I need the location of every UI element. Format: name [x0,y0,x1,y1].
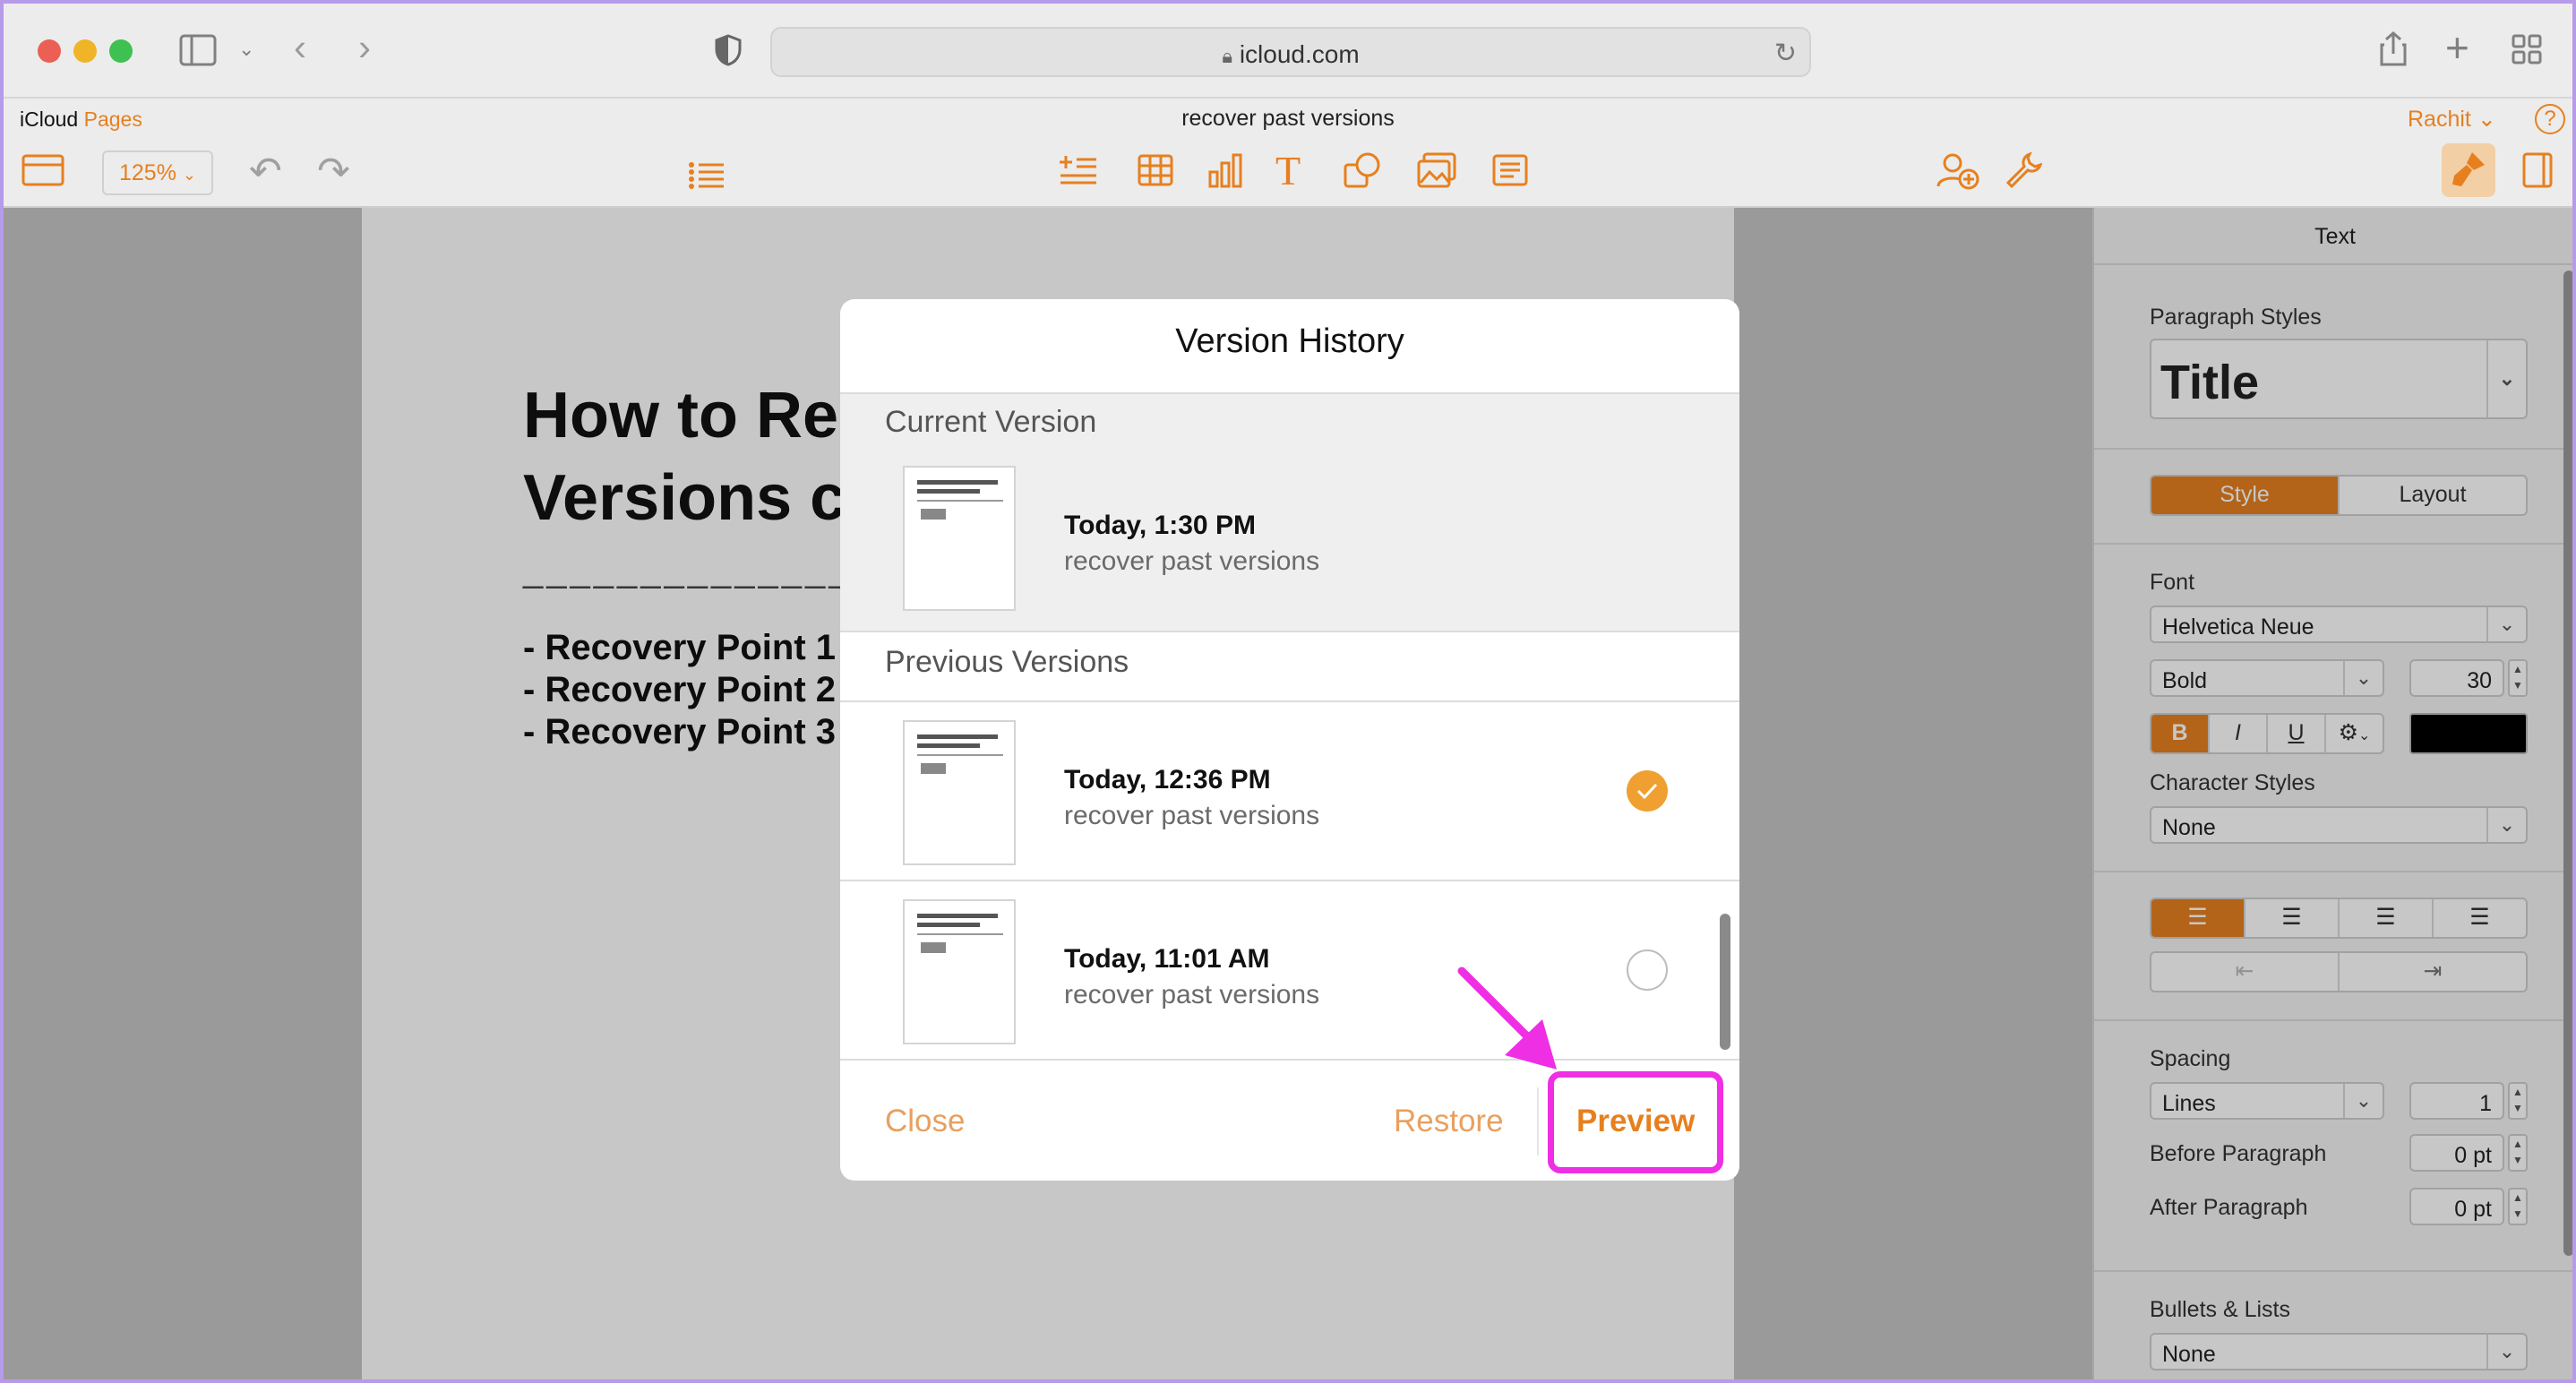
previous-versions-header: Previous Versions [885,645,1129,679]
share-icon[interactable] [2379,30,2408,72]
version-name: recover past versions [1064,980,1320,1009]
minimize-window-button[interactable] [73,39,97,63]
undo-icon[interactable]: ↶ [249,152,282,192]
lock-icon: 🔒︎ [1222,45,1233,67]
sidebar-toggle-icon[interactable] [179,34,217,73]
url-text: icloud.com [1239,40,1360,68]
media-icon[interactable] [1417,152,1456,195]
wrench-icon[interactable] [2005,150,2043,195]
restore-button[interactable]: Restore [1394,1104,1504,1139]
insert-text-icon[interactable] [1059,152,1098,197]
new-tab-icon[interactable]: + [2445,27,2469,68]
unselected-radio-icon[interactable] [1627,949,1668,991]
table-icon[interactable] [1138,154,1173,193]
document-name: recover past versions [1181,106,1395,131]
collaborate-icon[interactable] [1936,152,1979,197]
chevron-down-icon: ⌄ [182,166,196,184]
preview-button[interactable]: Preview [1576,1104,1695,1139]
version-time: Today, 11:01 AM [1064,944,1270,974]
dialog-scrollbar[interactable] [1720,914,1730,1050]
address-bar[interactable]: 🔒︎ icloud.com ↻ [770,27,1811,77]
forward-icon[interactable]: › [358,29,371,66]
footer-separator [1537,1087,1539,1155]
version-thumbnail [903,466,1016,611]
version-row[interactable]: Today, 12:36 PM recover past versions [840,702,1739,880]
paintbrush-icon [2451,150,2486,195]
pages-toolbar: iCloud Pages recover past versions Rachi… [4,99,2572,208]
chevron-down-icon[interactable]: ⌄ [238,39,254,59]
help-icon[interactable]: ? [2535,104,2565,134]
tab-overview-icon[interactable] [2512,34,2542,71]
chart-icon[interactable] [1207,152,1243,195]
view-icon[interactable] [21,154,64,193]
document-setup-icon[interactable] [2522,152,2553,195]
comment-icon[interactable] [1492,154,1528,193]
list-format-icon[interactable] [688,158,726,197]
browser-toolbar: ⌄ ‹ › 🔒︎ icloud.com ↻ + [4,4,2572,99]
annotation-arrow [1457,966,1557,1069]
dialog-title: Version History [1175,322,1404,360]
close-button[interactable]: Close [885,1104,965,1139]
version-thumbnail [903,720,1016,865]
privacy-shield-icon[interactable] [715,34,742,73]
format-button[interactable] [2442,143,2495,197]
close-window-button[interactable] [38,39,61,63]
account-menu[interactable]: Rachit ⌄ [2408,106,2496,133]
version-row[interactable]: Today, 11:01 AM recover past versions [840,881,1739,1059]
user-name: Rachit [2408,107,2471,132]
redo-icon[interactable]: ↷ [317,152,350,192]
version-history-dialog: Version History Current Version Today, 1… [840,299,1739,1181]
screen: ⌄ ‹ › 🔒︎ icloud.com ↻ + iCloud Pages rec… [0,0,2576,1383]
back-icon[interactable]: ‹ [294,29,306,66]
reload-icon[interactable]: ↻ [1774,38,1797,69]
zoom-window-button[interactable] [109,39,133,63]
version-thumbnail [903,899,1016,1044]
previous-versions-divider [840,631,1739,632]
selected-checkmark-icon[interactable] [1627,770,1668,812]
version-time: Today, 1:30 PM [1064,511,1256,540]
footer-divider [840,1059,1739,1061]
chevron-down-icon: ⌄ [2477,107,2496,132]
zoom-select[interactable]: 125% ⌄ [102,150,213,195]
zoom-value: 125% [119,160,176,185]
version-time: Today, 12:36 PM [1064,765,1271,795]
shape-icon[interactable] [1344,152,1381,195]
version-name: recover past versions [1064,546,1320,576]
current-version-header: Current Version [885,405,1097,439]
text-box-icon[interactable]: T [1275,150,1301,192]
version-name: recover past versions [1064,801,1320,830]
